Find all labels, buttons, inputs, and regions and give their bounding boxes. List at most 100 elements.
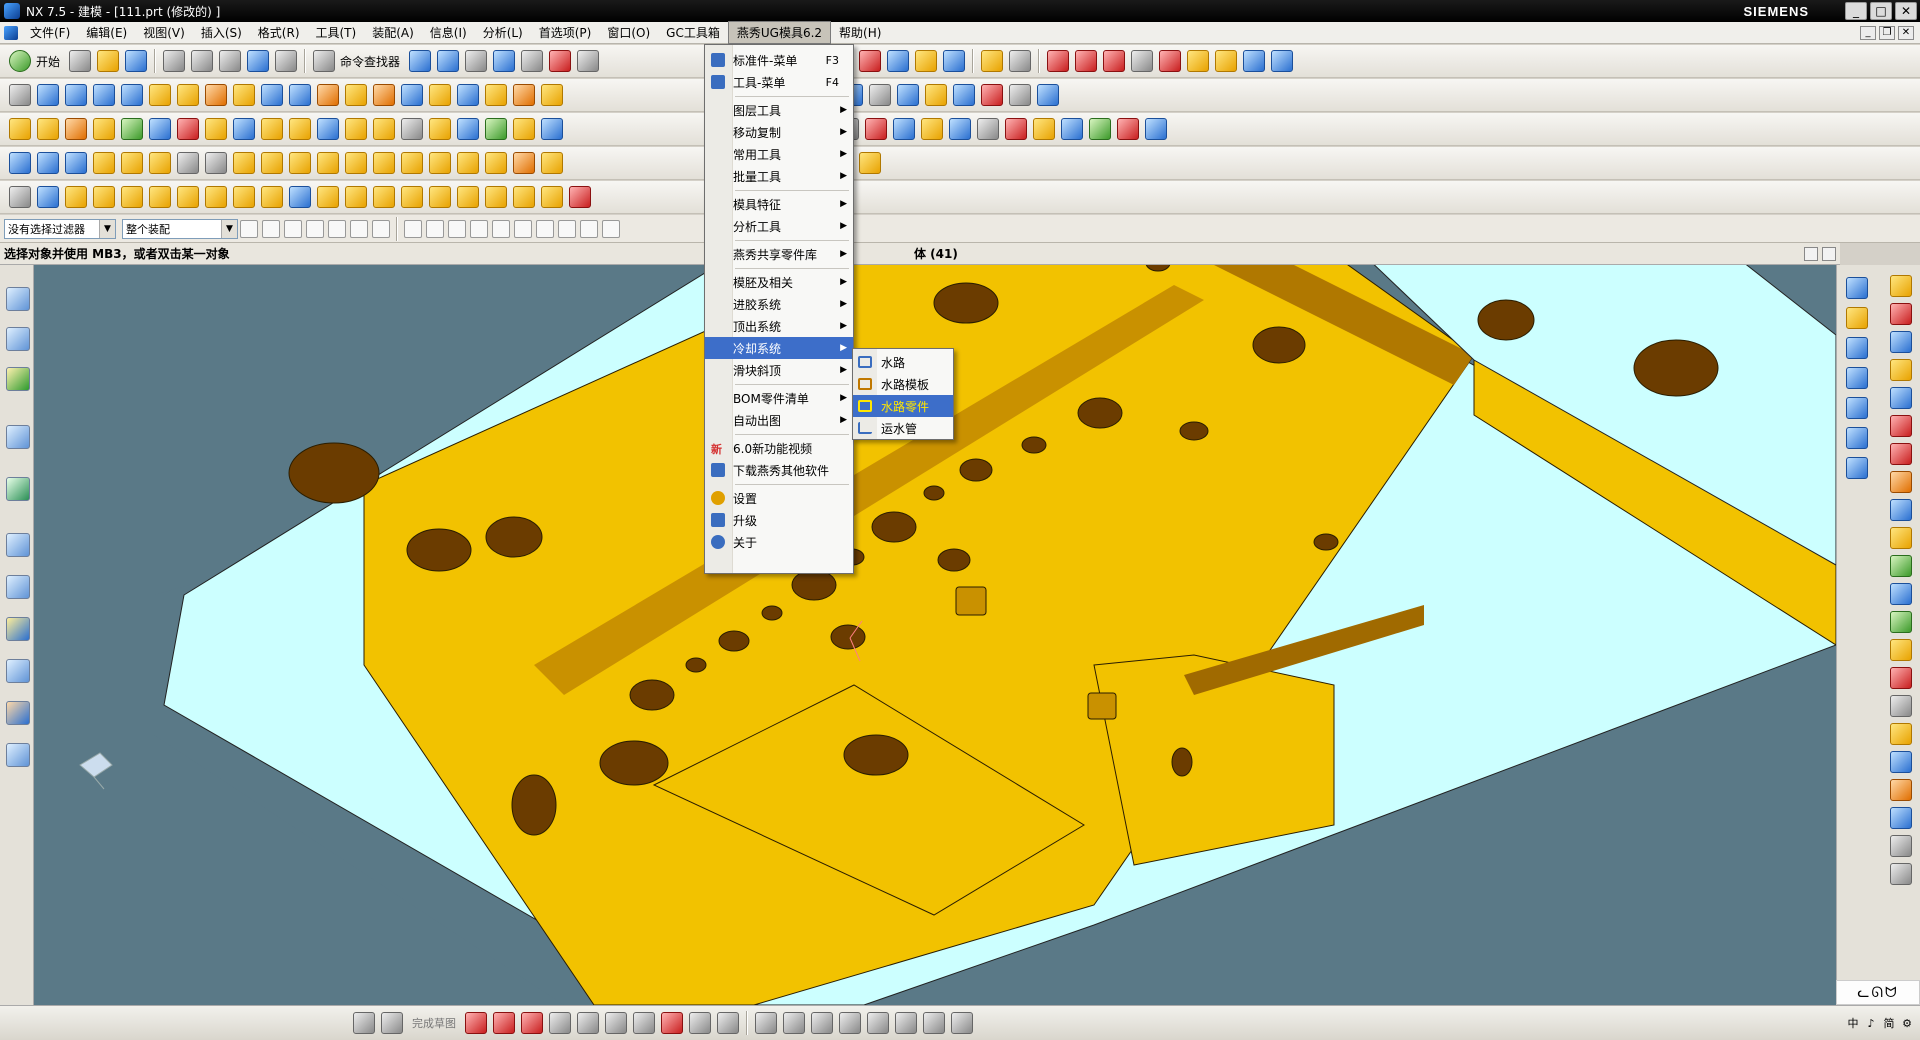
- system-materials-icon[interactable]: [6, 575, 30, 599]
- link-icon[interactable]: [65, 152, 87, 174]
- hash-icon[interactable]: [373, 152, 395, 174]
- sketch-icon[interactable]: [915, 50, 938, 72]
- pad-icon[interactable]: [373, 84, 395, 106]
- zigzag-icon[interactable]: [485, 186, 507, 208]
- select-icon[interactable]: [409, 50, 432, 72]
- tray-icon[interactable]: [1890, 723, 1912, 745]
- magenta-cube-icon[interactable]: [1890, 415, 1912, 437]
- blend-icon[interactable]: [457, 84, 479, 106]
- arch-icon[interactable]: [233, 186, 255, 208]
- menu-item-layer-tools[interactable]: 图层工具 ▶: [705, 99, 853, 121]
- step-icon[interactable]: [261, 152, 283, 174]
- menu-item-bom-list[interactable]: BOM零件清单 ▶: [705, 387, 853, 409]
- doc-block-icon[interactable]: [1890, 387, 1912, 409]
- distribute-icon[interactable]: [37, 152, 59, 174]
- tray-label-music[interactable]: ♪: [1864, 1016, 1878, 1030]
- circle-cross-icon[interactable]: [121, 186, 143, 208]
- tray-label-simplified[interactable]: 简: [1882, 1016, 1896, 1030]
- menu-item-mold-features[interactable]: 模具特征 ▶: [705, 193, 853, 215]
- menu-item-mold-base[interactable]: 模胚及相关 ▶: [705, 271, 853, 293]
- corner-icon[interactable]: [93, 152, 115, 174]
- render-icon[interactable]: [577, 50, 600, 72]
- manufacturing-wizard-icon[interactable]: [6, 659, 30, 683]
- menu-item-download-software[interactable]: 下载燕秀其他软件: [705, 459, 853, 481]
- stop-icon[interactable]: [977, 118, 999, 140]
- cylinder-tool-icon[interactable]: [1890, 499, 1912, 521]
- sketch-point-icon[interactable]: [689, 1012, 711, 1034]
- hand-icon[interactable]: [429, 186, 451, 208]
- tee-icon[interactable]: [401, 152, 423, 174]
- mold-base-library-icon[interactable]: [1846, 397, 1868, 419]
- redo-icon[interactable]: [275, 50, 298, 72]
- tray-label-settings[interactable]: ⚙: [1900, 1016, 1914, 1030]
- blue-block-icon[interactable]: [1890, 331, 1912, 353]
- parting-tools-icon[interactable]: [1846, 367, 1868, 389]
- menu-insert[interactable]: 插入(S): [193, 22, 250, 43]
- pin-icon[interactable]: [261, 118, 283, 140]
- dowel-icon[interactable]: [1033, 118, 1055, 140]
- ejector-pin-icon[interactable]: [1846, 457, 1868, 479]
- half-icon[interactable]: [513, 152, 535, 174]
- snap-filter-icon[interactable]: [262, 219, 280, 238]
- groove-icon[interactable]: [429, 84, 451, 106]
- mold-wizard-icon[interactable]: [1846, 277, 1868, 299]
- menu-item-slider-lifter[interactable]: 滑块斜顶 ▶: [705, 359, 853, 381]
- rectangle-icon[interactable]: [9, 84, 31, 106]
- heater-icon[interactable]: [1117, 118, 1139, 140]
- process-studio-icon[interactable]: [6, 617, 30, 641]
- boolean-icon[interactable]: [205, 84, 227, 106]
- menu-preferences[interactable]: 首选项(P): [531, 22, 600, 43]
- yellow-part-icon[interactable]: [1890, 527, 1912, 549]
- deselect-icon[interactable]: [350, 219, 368, 238]
- menu-file[interactable]: 文件(F): [22, 22, 78, 43]
- align-icon[interactable]: [9, 152, 31, 174]
- sketch-offset-icon[interactable]: [717, 1012, 739, 1034]
- quadrant-snap-icon[interactable]: [514, 219, 532, 238]
- view-orient-icon[interactable]: [465, 50, 488, 72]
- surface-icon[interactable]: [893, 118, 915, 140]
- submenu-item-waterline[interactable]: 水路: [853, 351, 953, 373]
- mirror-curve-icon[interactable]: [895, 1012, 917, 1034]
- screw-icon[interactable]: [317, 118, 339, 140]
- shell-icon[interactable]: [513, 84, 535, 106]
- orange-block-icon[interactable]: [1890, 359, 1912, 381]
- finish-sketch-button[interactable]: 完成草图: [412, 1015, 456, 1031]
- select-all-icon[interactable]: [328, 219, 346, 238]
- taper-icon[interactable]: [289, 152, 311, 174]
- arrow-up-icon[interactable]: [541, 186, 563, 208]
- measure-tool-icon[interactable]: [1890, 863, 1912, 885]
- menu-item-ejection-system[interactable]: 顶出系统 ▶: [705, 315, 853, 337]
- menu-item-gating-system[interactable]: 进胶系统 ▶: [705, 293, 853, 315]
- cue-expand-button[interactable]: [1822, 246, 1836, 261]
- solid-icon[interactable]: [177, 118, 199, 140]
- menu-window[interactable]: 窗口(O): [599, 22, 658, 43]
- doc-minimize-button[interactable]: _: [1860, 25, 1876, 40]
- double-pillar-icon[interactable]: [149, 186, 171, 208]
- menu-item-auto-drawing[interactable]: 自动出图 ▶: [705, 409, 853, 431]
- system-scene-icon[interactable]: [6, 743, 30, 767]
- roles-icon[interactable]: [6, 701, 30, 725]
- minimize-button[interactable]: _: [1845, 2, 1867, 20]
- tray-label-chinese[interactable]: 中: [1846, 1016, 1860, 1030]
- sketch-circle-icon[interactable]: [549, 1012, 571, 1034]
- point-on-face-snap-icon[interactable]: [580, 219, 598, 238]
- flat-icon[interactable]: [1890, 695, 1912, 717]
- orange-sheet-icon[interactable]: [1890, 471, 1912, 493]
- spool-icon[interactable]: [401, 186, 423, 208]
- support-icon[interactable]: [1061, 118, 1083, 140]
- edge-display-icon[interactable]: [549, 50, 572, 72]
- cavity-layout-icon[interactable]: [1846, 337, 1868, 359]
- lock-icon[interactable]: [1890, 275, 1912, 297]
- face-filter-icon[interactable]: [284, 219, 302, 238]
- pattern-curve-icon[interactable]: [923, 1012, 945, 1034]
- cone-icon[interactable]: [93, 84, 115, 106]
- copy-icon[interactable]: [191, 50, 214, 72]
- existing-point-snap-icon[interactable]: [536, 219, 554, 238]
- standard-part-icon[interactable]: [1846, 427, 1868, 449]
- quick-trim-icon[interactable]: [755, 1012, 777, 1034]
- menu-item-shared-parts-library[interactable]: 燕秀共享零件库 ▶: [705, 243, 853, 265]
- menu-info[interactable]: 信息(I): [422, 22, 475, 43]
- sketch-chamfer-icon[interactable]: [605, 1012, 627, 1034]
- assembly-icon[interactable]: [149, 118, 171, 140]
- text-icon[interactable]: [1131, 50, 1154, 72]
